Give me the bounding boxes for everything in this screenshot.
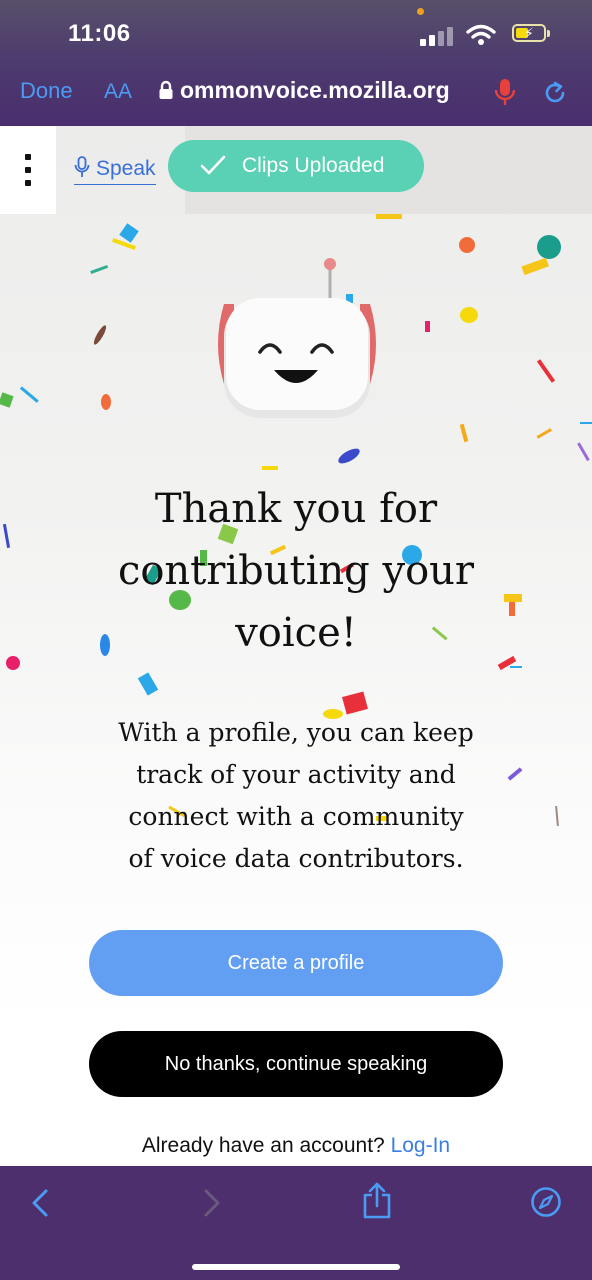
description-line: With a profile, you can keep (118, 718, 474, 747)
login-prompt-text: Already have an account? (141, 1134, 385, 1157)
status-time: 11:06 (68, 20, 131, 47)
profile-description: With a profile, you can keep track of yo… (70, 712, 522, 880)
lock-icon (159, 80, 173, 99)
robot-mascot-icon (218, 258, 376, 418)
check-icon (200, 155, 226, 175)
menu-button[interactable] (0, 126, 56, 214)
web-page-content: Speak Thank you for contributing your vo… (0, 126, 592, 1166)
clips-uploaded-toast: Clips Uploaded (168, 140, 424, 192)
done-button[interactable]: Done (20, 78, 73, 104)
browser-bottom-toolbar (0, 1166, 592, 1280)
signal-icon (420, 26, 454, 46)
login-prompt: Already have an account? Log-In (0, 1134, 592, 1158)
microphone-icon (74, 156, 90, 177)
heading-line: voice! (235, 610, 357, 656)
description-line: connect with a community (128, 802, 464, 831)
toast-label: Clips Uploaded (242, 154, 385, 177)
kebab-menu-icon (25, 154, 33, 188)
description-line: track of your activity and (136, 760, 456, 789)
home-indicator[interactable] (192, 1264, 400, 1270)
tab-speak[interactable]: Speak (74, 156, 156, 185)
tab-speak-label: Speak (96, 157, 156, 180)
wifi-icon (466, 24, 496, 45)
forward-icon[interactable] (202, 1188, 222, 1218)
heading-line: contributing your (117, 548, 475, 594)
compass-icon[interactable] (530, 1186, 562, 1218)
page-heading: Thank you for contributing your voice! (60, 478, 532, 664)
login-link[interactable]: Log-In (391, 1134, 451, 1157)
address-bar-url[interactable]: ommonvoice.mozilla.org (180, 77, 450, 104)
back-icon[interactable] (30, 1188, 50, 1218)
privacy-indicator-dot (417, 8, 424, 15)
reload-icon[interactable] (542, 80, 568, 106)
create-profile-button[interactable]: Create a profile (89, 930, 503, 996)
browser-top-bar: 11:06 ⚡ Done AA ommonvoice.mozilla.org (0, 0, 592, 126)
description-line: of voice data contributors. (128, 844, 464, 873)
battery-icon: ⚡ (512, 24, 550, 42)
share-icon[interactable] (362, 1182, 392, 1220)
microphone-icon[interactable] (492, 78, 518, 106)
heading-line: Thank you for (154, 486, 438, 532)
text-size-button[interactable]: AA (104, 80, 132, 104)
text-size-label: AA (104, 80, 133, 103)
no-thanks-button[interactable]: No thanks, continue speaking (89, 1031, 503, 1097)
